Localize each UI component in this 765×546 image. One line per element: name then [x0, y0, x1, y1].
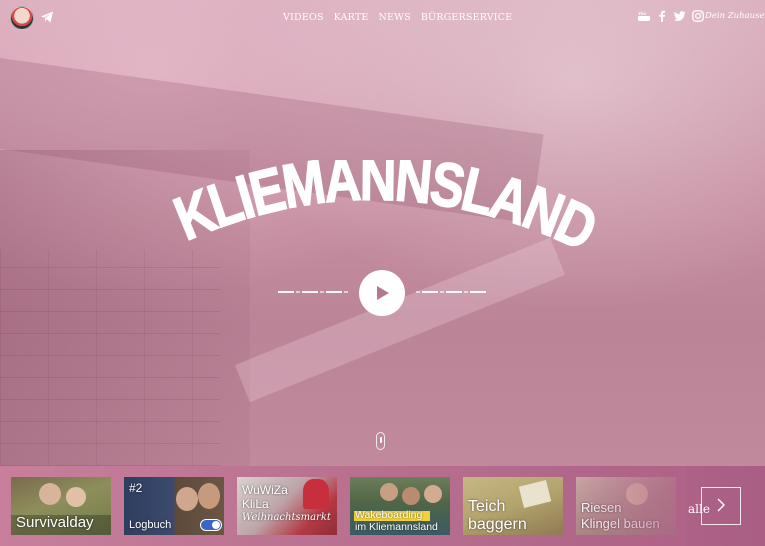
nav-news[interactable]: NEWS: [379, 12, 411, 23]
video-card[interactable]: Teich baggern: [463, 477, 563, 535]
hero-title: KLIEMANNSLAND: [164, 160, 605, 265]
video-card[interactable]: Wakeboarding im Kliemannsland: [350, 477, 450, 535]
player-controls: [278, 270, 488, 316]
main-nav: VIDEOS KARTE NEWS BÜRGERSERVICE: [283, 12, 512, 23]
video-title: Survivalday: [16, 514, 94, 531]
video-title: Wakeboarding: [355, 509, 423, 521]
thumb-person: [380, 483, 398, 501]
brick-wall: [0, 250, 220, 466]
play-button[interactable]: [359, 270, 405, 316]
play-icon: [377, 286, 389, 300]
dash-right: [416, 291, 486, 293]
tagline-link[interactable]: Dein Zuhause: [705, 11, 765, 21]
dash-left: [278, 291, 348, 293]
nav-videos[interactable]: VIDEOS: [283, 12, 324, 23]
logo-icon[interactable]: [10, 6, 34, 30]
video-subtitle: Weihnachtsmarkt: [242, 512, 331, 523]
thumb-person: [626, 483, 648, 505]
telegram-icon[interactable]: [40, 10, 54, 24]
all-videos-button[interactable]: [701, 487, 741, 525]
thumb-sign: [518, 479, 552, 509]
facebook-icon[interactable]: [656, 10, 668, 22]
thumb-person: [66, 487, 86, 507]
video-card[interactable]: Riesen Klingel bauen: [576, 477, 676, 535]
video-title: im Kliemannsland: [355, 521, 438, 533]
video-card[interactable]: #2 Logbuch: [124, 477, 224, 535]
thumb-person: [176, 487, 198, 511]
video-title: Riesen: [581, 500, 622, 515]
thumb-person: [198, 483, 220, 509]
social-links: You: [638, 10, 704, 22]
video-card[interactable]: Survivalday: [11, 477, 111, 535]
scroll-indicator-icon[interactable]: [376, 432, 385, 450]
chevron-right-icon: [717, 498, 725, 511]
video-card[interactable]: WuWiZa KliLa Weihnachtsmarkt: [237, 477, 337, 535]
thumb-santa: [303, 479, 329, 509]
svg-text:You: You: [638, 11, 646, 16]
thumb-person: [402, 487, 420, 505]
video-title: WuWiZa: [242, 483, 288, 497]
svg-text:KLIEMANNSLAND: KLIEMANNSLAND: [165, 160, 605, 264]
episode-badge: #2: [129, 481, 143, 495]
youtube-icon[interactable]: You: [638, 10, 650, 22]
nav-buergerservice[interactable]: BÜRGERSERVICE: [421, 12, 513, 23]
video-title: KliLa: [242, 497, 269, 511]
hero-title-text: KLIEMANNSLAND: [164, 160, 605, 265]
twitter-icon[interactable]: [674, 10, 686, 22]
top-bar: VIDEOS KARTE NEWS BÜRGERSERVICE You Dein…: [0, 0, 765, 36]
video-strip: Survivalday #2 Logbuch WuWiZa KliLa Weih…: [0, 466, 765, 546]
video-title: Klingel bauen: [581, 516, 660, 531]
toggle-graphic: [200, 519, 222, 531]
instagram-icon[interactable]: [692, 10, 704, 22]
video-title: baggern: [468, 516, 527, 533]
nav-karte[interactable]: KARTE: [334, 12, 369, 23]
thumb-person: [424, 485, 442, 503]
thumb-person: [39, 483, 61, 505]
video-title: Teich: [468, 498, 506, 515]
video-title: Logbuch: [129, 519, 172, 531]
